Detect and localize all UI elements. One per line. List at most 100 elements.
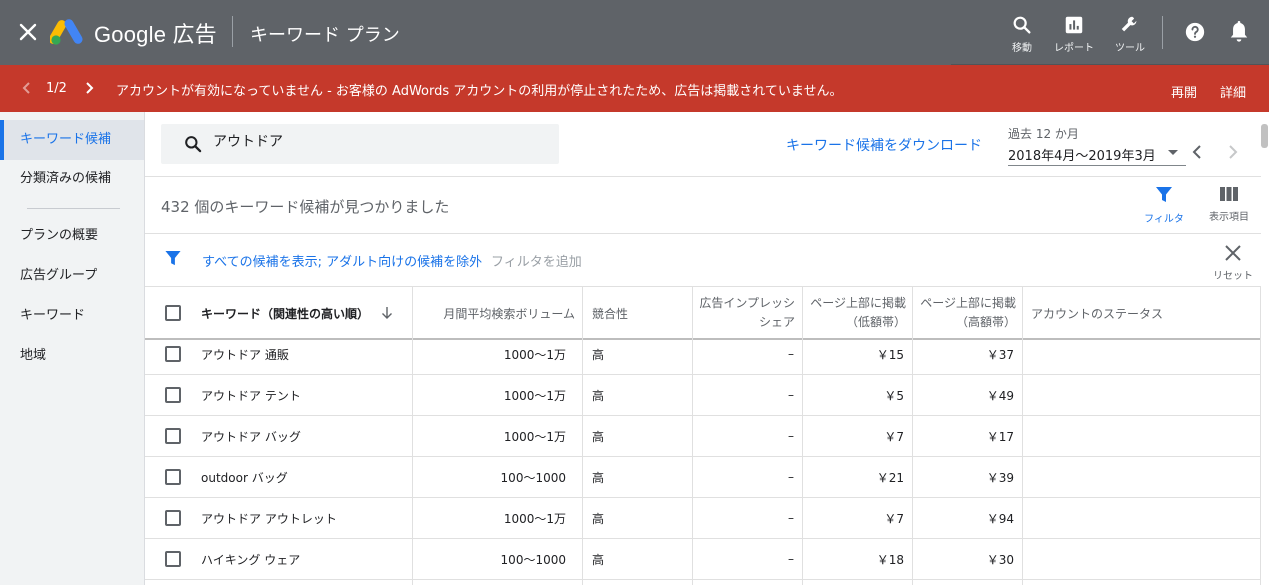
row-checkbox[interactable]: [165, 457, 181, 497]
volume-cell: 100～1000: [500, 470, 566, 485]
competition-cell: 高: [592, 388, 605, 403]
competition-cell: 高: [592, 429, 605, 444]
keyword-search-input[interactable]: [213, 133, 533, 149]
brand-name: Google 広告: [94, 22, 217, 47]
reset-button[interactable]: リセット: [1210, 244, 1256, 282]
scrollbar-thumb[interactable]: [1261, 124, 1268, 148]
sidebar-item-keyword-ideas[interactable]: キーワード候補: [0, 120, 144, 160]
nav-reports-button[interactable]: レポート: [1046, 14, 1102, 54]
search-icon: [1013, 16, 1031, 34]
download-ideas-link[interactable]: キーワード候補をダウンロード: [786, 135, 982, 155]
chevron-right-icon[interactable]: [1225, 143, 1241, 161]
close-icon[interactable]: [16, 20, 40, 44]
impression-share-cell: –: [788, 347, 794, 361]
table-row[interactable]: アウトドア アウトレット 1000～1万 高 – ￥7 ￥94: [145, 498, 1261, 539]
column-header-status[interactable]: アカウントのステータス: [1031, 287, 1163, 339]
impression-share-cell: –: [788, 552, 794, 566]
filter-button[interactable]: フィルタ: [1140, 186, 1188, 225]
bid-low-cell: ￥21: [876, 470, 904, 485]
active-filter-chip[interactable]: すべての候補を表示; アダルト向けの候補を除外: [202, 251, 482, 270]
arrow-down-icon[interactable]: [381, 306, 393, 320]
help-icon[interactable]: [1184, 21, 1206, 43]
nav-go-button[interactable]: 移動: [994, 14, 1050, 54]
keyword-search-box[interactable]: [161, 124, 559, 164]
column-header-keyword[interactable]: キーワード（関連性の高い順）: [201, 287, 393, 339]
impression-share-cell: –: [788, 388, 794, 402]
google-ads-logo: [50, 19, 83, 45]
row-checkbox[interactable]: [165, 375, 181, 415]
sidebar-item-plan-overview[interactable]: プランの概要: [0, 216, 144, 256]
alert-message: アカウントが有効になっていません - お客様の AdWords アカウントの利用…: [116, 84, 843, 99]
chevron-left-icon[interactable]: [20, 80, 34, 96]
volume-cell: 1000～1万: [503, 347, 566, 362]
bid-high-cell: ￥94: [986, 511, 1014, 526]
nav-tools-label: ツール: [1115, 43, 1145, 54]
sidebar-item-grouped-ideas[interactable]: 分類済みの候補: [0, 159, 144, 199]
bid-low-cell: ￥7: [884, 429, 904, 444]
keyword-cell: アウトドア アウトレット: [201, 511, 337, 526]
column-header-bid-low[interactable]: ページ上部に掲載 （低額帯）: [803, 287, 906, 339]
bar-chart-icon: [1065, 16, 1083, 34]
bid-low-cell: ￥15: [876, 347, 904, 362]
nav-reports-label: レポート: [1054, 43, 1094, 54]
chevron-right-icon[interactable]: [82, 80, 96, 96]
search-icon: [185, 136, 202, 153]
column-header-impression-share-line1: 広告インプレッシ: [699, 296, 795, 310]
table-row[interactable]: アウトドア テント 1000～1万 高 – ￥5 ￥49: [145, 375, 1261, 416]
bid-high-cell: ￥49: [986, 388, 1014, 403]
bid-low-cell: ￥5: [884, 388, 904, 403]
keyword-cell: アウトドア バッグ: [201, 429, 301, 444]
column-header-volume[interactable]: 月間平均検索ボリューム: [413, 287, 575, 339]
row-checkbox[interactable]: [165, 416, 181, 456]
volume-cell: 1000～1万: [503, 388, 566, 403]
close-icon: [1225, 245, 1241, 261]
column-header-bid-low-line1: ページ上部に掲載: [810, 296, 906, 310]
bid-high-cell: ￥39: [986, 470, 1014, 485]
sidebar-item-locations[interactable]: 地域: [0, 336, 144, 376]
details-button[interactable]: 詳細: [1220, 82, 1246, 101]
table-row[interactable]: アウトドア 通販 1000～1万 高 – ￥15 ￥37: [145, 334, 1261, 375]
competition-cell: 高: [592, 470, 605, 485]
chevron-left-icon[interactable]: [1190, 143, 1206, 161]
competition-cell: 高: [592, 347, 605, 362]
table-row[interactable]: outdoor バッグ 100～1000 高 – ￥21 ￥39: [145, 457, 1261, 498]
topbar-divider: [1162, 16, 1163, 49]
sidebar-item-ad-groups[interactable]: 広告グループ: [0, 256, 144, 296]
divider: [145, 233, 1261, 234]
columns-button[interactable]: 表示項目: [1204, 186, 1254, 223]
row-checkbox[interactable]: [165, 498, 181, 538]
columns-label: 表示項目: [1209, 212, 1249, 223]
top-app-bar: Google 広告 キーワード プラン 移動 レポート ツール: [0, 0, 1269, 65]
keyword-cell: ハイキング ウェア: [201, 552, 301, 567]
column-header-impression-share-line2: シェア: [758, 315, 795, 329]
caret-down-icon[interactable]: [1168, 150, 1178, 155]
keyword-cell: アウトドア 通販: [201, 347, 289, 362]
result-count: 432 個のキーワード候補が見つかりました: [161, 198, 450, 216]
table-row[interactable]: アウトドア バッグ 1000～1万 高 – ￥7 ￥17: [145, 416, 1261, 457]
column-header-competition[interactable]: 競合性: [592, 287, 628, 339]
volume-cell: 1000～1万: [503, 511, 566, 526]
period-underline: [1008, 165, 1186, 166]
table-row[interactable]: ハイキング ウェア 100～1000 高 – ￥18 ￥30: [145, 539, 1261, 580]
resume-button[interactable]: 再開: [1171, 82, 1197, 101]
sidebar: キーワード候補 分類済みの候補 プランの概要 広告グループ キーワード 地域: [0, 112, 145, 585]
row-checkbox[interactable]: [165, 539, 181, 579]
bid-high-cell: ￥17: [986, 429, 1014, 444]
bell-icon[interactable]: [1228, 20, 1250, 44]
column-header-bid-high[interactable]: ページ上部に掲載 （高額帯）: [913, 287, 1016, 339]
sidebar-item-keywords[interactable]: キーワード: [0, 296, 144, 336]
competition-cell: 高: [592, 511, 605, 526]
row-checkbox[interactable]: [165, 334, 181, 374]
competition-cell: 高: [592, 552, 605, 567]
period-select[interactable]: 2018年4月～2019年3月: [1008, 145, 1156, 164]
filter-icon: [1156, 187, 1172, 202]
add-filter-button[interactable]: フィルタを追加: [491, 251, 582, 270]
select-all-checkbox[interactable]: [165, 287, 181, 339]
column-header-impression-share[interactable]: 広告インプレッシ シェア: [693, 287, 795, 339]
impression-share-cell: –: [788, 511, 794, 525]
reset-label: リセット: [1213, 271, 1253, 282]
nav-tools-button[interactable]: ツール: [1102, 14, 1158, 54]
filter-icon: [165, 250, 181, 266]
columns-icon: [1220, 187, 1238, 201]
keyword-cell: outdoor バッグ: [201, 470, 288, 485]
